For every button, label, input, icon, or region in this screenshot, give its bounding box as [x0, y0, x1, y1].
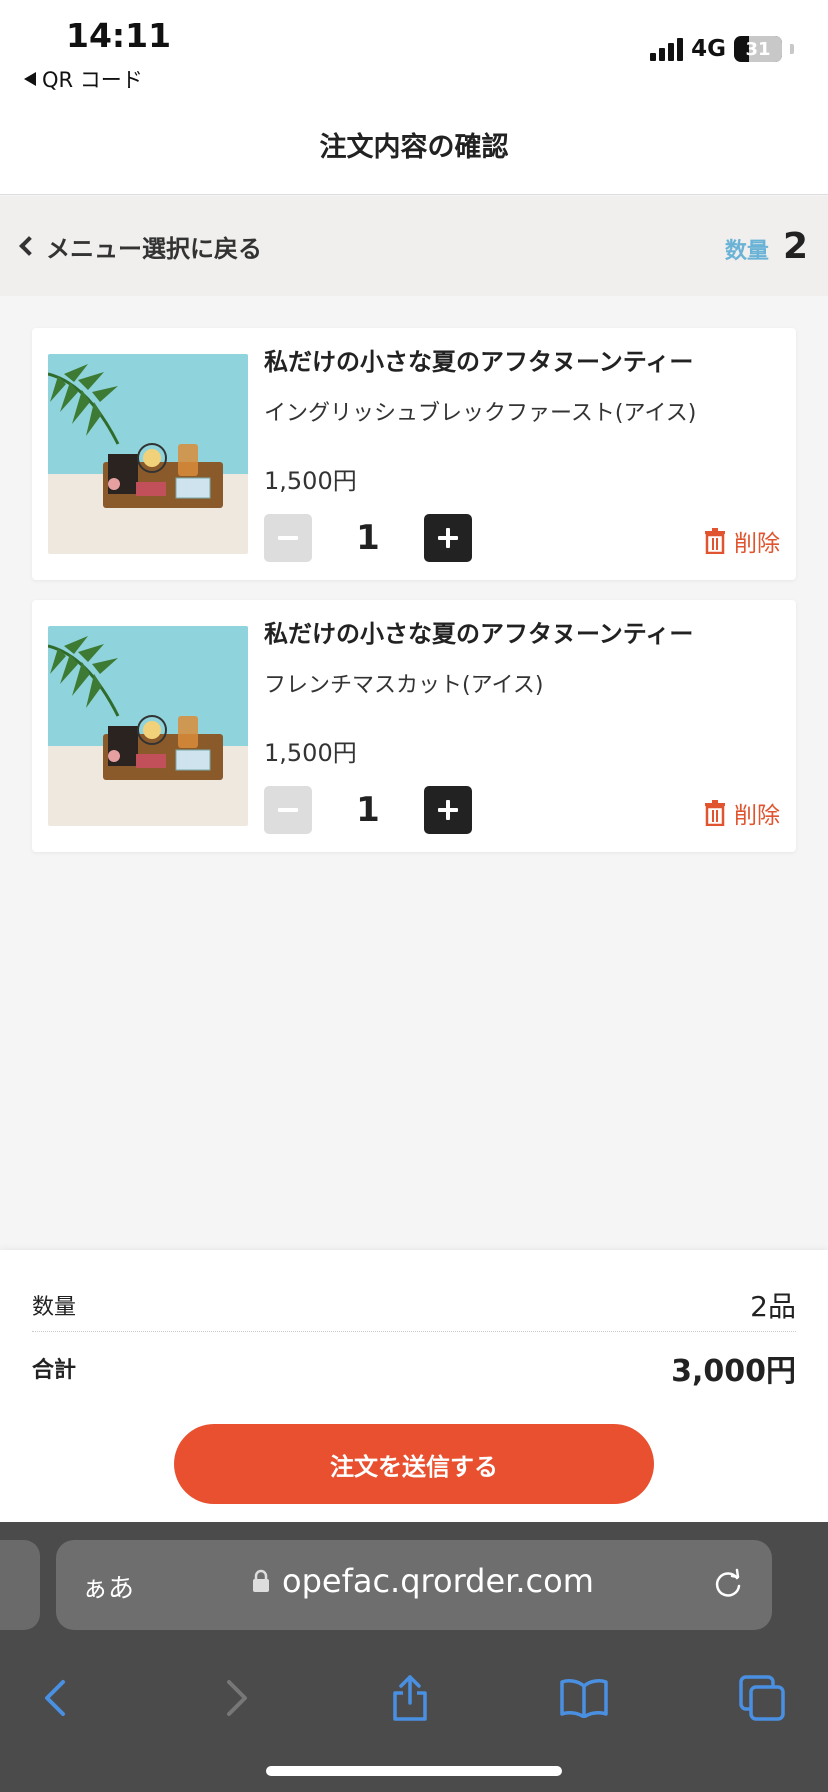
back-to-menu-label: メニュー選択に戻る	[46, 234, 262, 263]
header-quantity: 数量 2	[725, 226, 808, 267]
bookmarks-button[interactable]	[558, 1672, 610, 1724]
battery-icon: 31	[734, 36, 782, 62]
reload-icon[interactable]	[710, 1566, 746, 1602]
url-text: opefac.qrorder.com	[282, 1562, 594, 1600]
item-details: 私だけの小さな夏のアフタヌーンティー フレンチマスカット(アイス) 1,500円	[264, 612, 780, 768]
order-summary: 数量 2品 合計 3,000円 注文を送信する	[0, 1250, 828, 1522]
item-details: 私だけの小さな夏のアフタヌーンティー イングリッシュブレックファースト(アイス)…	[264, 340, 780, 496]
summary-total-value: 3,000円	[671, 1354, 796, 1389]
tabs-icon	[739, 1675, 785, 1721]
browser-chrome: ぁあ opefac.qrorder.com	[0, 1522, 828, 1792]
product-image	[48, 626, 248, 826]
summary-quantity-row: 数量 2品	[32, 1278, 796, 1332]
decrease-quantity-button[interactable]	[264, 514, 312, 562]
chevron-left-icon	[45, 1680, 65, 1716]
item-quantity: 1	[356, 518, 380, 558]
item-name: 私だけの小さな夏のアフタヌーンティー	[264, 348, 694, 376]
share-icon	[393, 1675, 427, 1721]
summary-total-label: 合計	[32, 1358, 77, 1383]
header-quantity-label: 数量	[724, 238, 769, 264]
book-icon	[560, 1679, 608, 1718]
delete-item-button[interactable]: 削除	[704, 796, 780, 830]
quantity-stepper: 1	[264, 786, 472, 834]
delete-item-button[interactable]: 削除	[704, 524, 780, 558]
reader-options-button[interactable]: ぁあ	[82, 1568, 134, 1605]
status-time: 14:11	[66, 16, 172, 55]
page-title: 注文内容の確認	[319, 132, 509, 163]
sub-header: メニュー選択に戻る 数量 2	[0, 196, 828, 296]
trash-icon	[705, 528, 725, 554]
header-quantity-value: 2	[782, 225, 808, 267]
browser-toolbar	[0, 1652, 828, 1742]
status-back-link[interactable]: QR コード	[24, 64, 143, 94]
product-image	[48, 354, 248, 554]
home-indicator	[266, 1766, 562, 1776]
back-to-menu-link[interactable]: メニュー選択に戻る	[16, 229, 262, 264]
increase-quantity-button[interactable]	[424, 514, 472, 562]
chevron-right-icon	[227, 1680, 247, 1716]
summary-total-row: 合計 3,000円	[32, 1340, 796, 1396]
item-name: 私だけの小さな夏のアフタヌーンティー	[264, 620, 694, 648]
status-back-label: QR コード	[42, 68, 143, 92]
address-bar[interactable]: ぁあ opefac.qrorder.com	[56, 1540, 772, 1630]
summary-quantity-label: 数量	[32, 1294, 77, 1320]
back-triangle-icon	[24, 72, 36, 86]
increase-quantity-button[interactable]	[424, 786, 472, 834]
item-price: 1,500円	[264, 467, 357, 495]
minus-icon	[278, 536, 298, 540]
cart-items: 私だけの小さな夏のアフタヌーンティー イングリッシュブレックファースト(アイス)…	[32, 328, 796, 872]
status-bar: 14:11 QR コード 4G 31	[0, 0, 828, 95]
cart-item: 私だけの小さな夏のアフタヌーンティー イングリッシュブレックファースト(アイス)…	[32, 328, 796, 580]
battery-nub	[790, 44, 794, 54]
previous-tab-stub[interactable]	[0, 1540, 40, 1630]
lock-icon	[253, 1569, 269, 1592]
browser-forward-button[interactable]	[210, 1672, 262, 1724]
minus-icon	[278, 808, 298, 812]
item-price: 1,500円	[264, 739, 357, 767]
quantity-stepper: 1	[264, 514, 472, 562]
item-option: フレンチマスカット(アイス)	[264, 673, 544, 698]
share-button[interactable]	[384, 1672, 436, 1724]
submit-order-button[interactable]: 注文を送信する	[174, 1424, 654, 1504]
page-header: 注文内容の確認	[0, 95, 828, 195]
summary-quantity-value: 2品	[750, 1289, 796, 1323]
delete-label: 削除	[734, 531, 780, 557]
signal-icon	[650, 37, 684, 61]
url-display: opefac.qrorder.com	[252, 1562, 594, 1600]
item-option: イングリッシュブレックファースト(アイス)	[264, 401, 697, 426]
battery-level-text: 31	[745, 38, 771, 60]
network-label: 4G	[691, 36, 726, 62]
tabs-button[interactable]	[736, 1672, 788, 1724]
cart-item: 私だけの小さな夏のアフタヌーンティー フレンチマスカット(アイス) 1,500円…	[32, 600, 796, 852]
decrease-quantity-button[interactable]	[264, 786, 312, 834]
delete-label: 削除	[734, 803, 780, 829]
browser-back-button[interactable]	[30, 1672, 82, 1724]
trash-icon	[705, 800, 725, 826]
chevron-left-icon	[19, 236, 39, 256]
item-quantity: 1	[356, 790, 380, 830]
status-indicators: 4G 31	[650, 36, 794, 62]
